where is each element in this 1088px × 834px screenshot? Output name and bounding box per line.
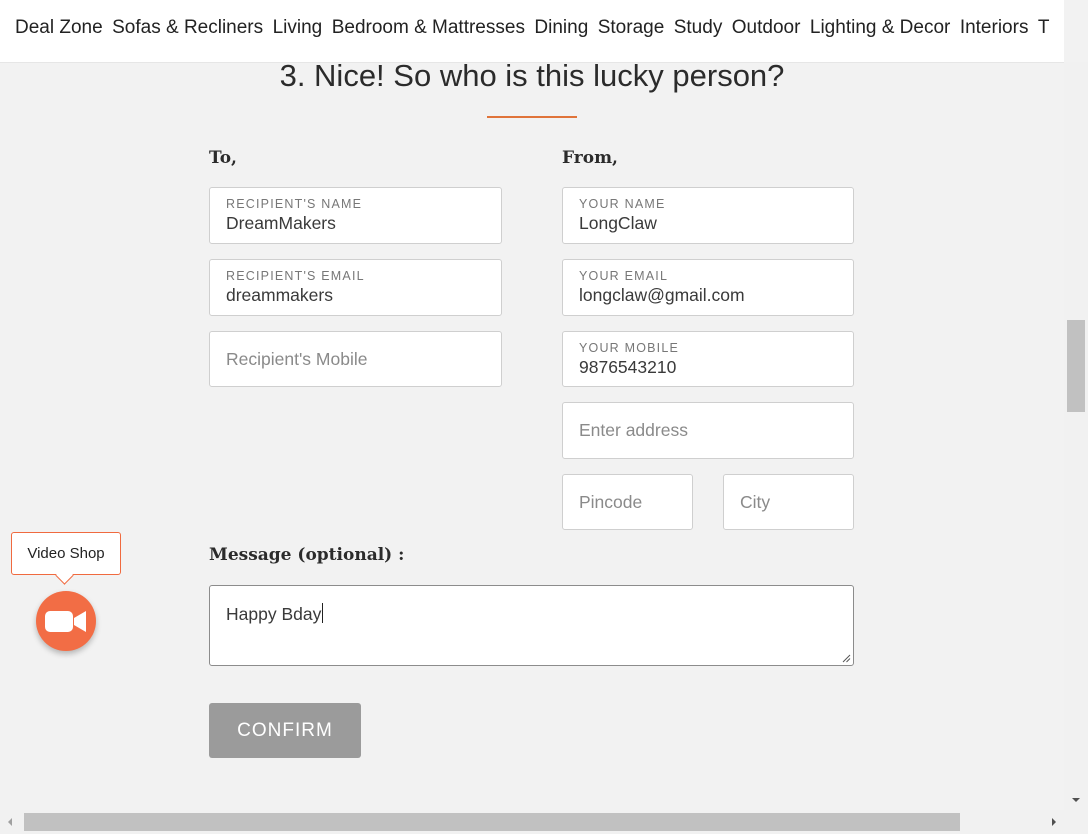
- your-name-label: YOUR NAME: [579, 197, 666, 211]
- from-label: From,: [562, 148, 618, 168]
- nav-item-storage[interactable]: Storage: [598, 0, 665, 56]
- nav-item-bedroom-mattresses[interactable]: Bedroom & Mattresses: [332, 0, 525, 56]
- nav-item-outdoor[interactable]: Outdoor: [732, 0, 801, 56]
- nav-item-lighting-decor[interactable]: Lighting & Decor: [810, 0, 950, 56]
- nav-item-living[interactable]: Living: [273, 0, 323, 56]
- pincode-placeholder: Pincode: [579, 492, 643, 512]
- scroll-right-arrow-icon[interactable]: [1050, 816, 1058, 828]
- step-heading: 3. Nice! So who is this lucky person?: [279, 58, 785, 93]
- your-mobile-value: 9876543210: [579, 357, 677, 377]
- recipient-email-value: dreammakers: [226, 285, 333, 305]
- vertical-scrollbar[interactable]: [1064, 62, 1088, 810]
- top-navigation: Deal Zone Sofas & Recliners Living Bedro…: [0, 0, 1064, 63]
- city-placeholder: City: [740, 492, 771, 512]
- message-label: Message (optional) :: [209, 545, 405, 565]
- nav-item-interiors[interactable]: Interiors: [960, 0, 1029, 56]
- message-value: Happy Bday: [226, 603, 324, 624]
- confirm-button[interactable]: CONFIRM: [209, 703, 361, 758]
- pincode-field[interactable]: Pincode: [562, 474, 693, 530]
- resize-grip-icon[interactable]: [841, 653, 851, 663]
- your-email-field[interactable]: YOUR EMAIL longclaw@gmail.com: [562, 259, 854, 316]
- nav-item-truncated[interactable]: T: [1038, 0, 1050, 56]
- your-name-value: LongClaw: [579, 213, 657, 233]
- scrollbar-corner: [1064, 810, 1088, 834]
- address-field[interactable]: Enter address: [562, 402, 854, 459]
- to-label: To,: [209, 148, 237, 168]
- your-email-label: YOUR EMAIL: [579, 269, 669, 283]
- vertical-scroll-thumb[interactable]: [1067, 320, 1085, 412]
- scroll-down-arrow-icon[interactable]: [1070, 796, 1082, 804]
- recipient-name-field[interactable]: RECIPIENT'S NAME DreamMakers: [209, 187, 502, 244]
- recipient-name-value: DreamMakers: [226, 213, 336, 233]
- scroll-left-arrow-icon[interactable]: [6, 816, 14, 828]
- horizontal-scroll-thumb[interactable]: [24, 813, 960, 831]
- nav-item-sofas-recliners[interactable]: Sofas & Recliners: [112, 0, 263, 56]
- recipient-email-label: RECIPIENT'S EMAIL: [226, 269, 365, 283]
- video-camera-icon: [45, 611, 86, 632]
- nav-item-dining[interactable]: Dining: [534, 0, 588, 56]
- your-email-value: longclaw@gmail.com: [579, 285, 745, 305]
- message-textarea[interactable]: Happy Bday: [209, 585, 854, 666]
- your-mobile-label: YOUR MOBILE: [579, 341, 680, 355]
- address-placeholder: Enter address: [579, 420, 688, 440]
- heading-underline: [487, 116, 577, 118]
- nav-item-study[interactable]: Study: [674, 0, 723, 56]
- nav-item-deal-zone[interactable]: Deal Zone: [15, 0, 103, 56]
- recipient-mobile-field[interactable]: Recipient's Mobile: [209, 331, 502, 387]
- text-caret: [322, 603, 324, 623]
- recipient-mobile-placeholder: Recipient's Mobile: [226, 349, 368, 369]
- video-shop-button[interactable]: [36, 591, 96, 651]
- recipient-email-field[interactable]: RECIPIENT'S EMAIL dreammakers: [209, 259, 502, 316]
- city-field[interactable]: City: [723, 474, 854, 530]
- your-mobile-field[interactable]: YOUR MOBILE 9876543210: [562, 331, 854, 387]
- recipient-name-label: RECIPIENT'S NAME: [226, 197, 363, 211]
- horizontal-scrollbar[interactable]: [0, 810, 1064, 834]
- your-name-field[interactable]: YOUR NAME LongClaw: [562, 187, 854, 244]
